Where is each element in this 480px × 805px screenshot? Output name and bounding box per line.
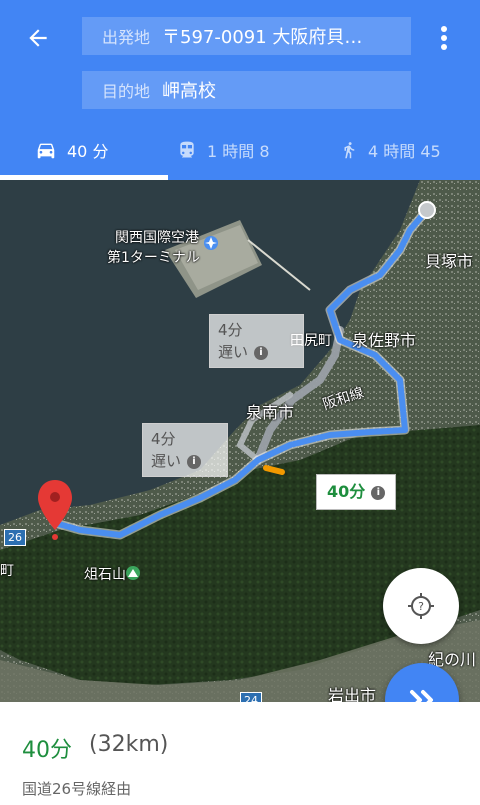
back-button[interactable]: [18, 18, 58, 58]
tab-walk-label: 4 時間 45: [368, 142, 441, 161]
walk-icon: [340, 139, 358, 161]
my-location-icon: ?: [408, 593, 434, 619]
summary-via: 国道26号線経由: [22, 780, 132, 798]
alt-route-1-note: 遅い: [218, 343, 249, 361]
origin-value: 〒597-0091 大阪府貝…: [162, 27, 363, 48]
info-icon: i: [371, 485, 386, 500]
my-location-button[interactable]: ?: [383, 568, 459, 644]
route-shield-26: 26: [4, 529, 26, 546]
map-label-machi: 町: [0, 563, 14, 579]
map-label-sosekiyama: 俎石山: [84, 567, 126, 583]
car-icon: [35, 139, 57, 161]
origin-label: 出発地: [102, 28, 151, 47]
alt-route-1-time: 4分: [218, 321, 243, 339]
summary-distance: (32km): [89, 732, 169, 757]
route-shield-24: 24: [240, 692, 262, 702]
travel-mode-tabs: 40 分 1 時間 8 4 時間 45: [0, 120, 480, 180]
summary-time: 40分: [22, 738, 72, 763]
map-label-airport-line2: 第1ターミナル: [107, 250, 200, 266]
info-icon: i: [187, 454, 202, 469]
tab-drive[interactable]: 40 分: [35, 120, 108, 180]
alt-route-2-note: 遅い: [151, 452, 182, 470]
origin-field[interactable]: 出発地 〒597-0091 大阪府貝…: [82, 17, 411, 55]
more-vert-icon: [441, 26, 447, 50]
alt-route-callout-2[interactable]: 4分 遅い i: [142, 423, 228, 477]
main-route-time: 40分: [327, 482, 366, 501]
directions-header: 出発地 〒597-0091 大阪府貝… 目的地 岬高校 40 分 1 時間 8: [0, 0, 480, 180]
destination-label: 目的地: [102, 82, 151, 101]
map-label-airport-line1: 関西国際空港: [115, 230, 199, 246]
svg-text:?: ?: [418, 600, 424, 613]
map-label-kaizuka: 貝塚市: [425, 252, 474, 271]
more-options-button[interactable]: [428, 18, 460, 58]
destination-value: 岬高校: [162, 81, 217, 102]
tab-walk[interactable]: 4 時間 45: [340, 120, 441, 180]
alt-route-callout-1[interactable]: 4分 遅い i: [209, 314, 304, 368]
train-icon: [177, 139, 197, 161]
map-label-sennan: 泉南市: [246, 403, 295, 422]
destination-field[interactable]: 目的地 岬高校: [82, 71, 411, 109]
tab-transit-label: 1 時間 8: [207, 142, 270, 161]
map-label-iwade: 岩出市: [328, 686, 377, 702]
alt-route-2-time: 4分: [151, 430, 176, 448]
tab-drive-label: 40 分: [67, 142, 109, 161]
main-route-callout[interactable]: 40分 i: [316, 474, 397, 510]
info-icon: i: [254, 345, 269, 360]
route-summary-sheet[interactable]: 40分 (32km) 国道26号線経由: [0, 702, 480, 805]
tab-transit[interactable]: 1 時間 8: [177, 120, 270, 180]
arrow-back-icon: [29, 29, 47, 47]
map-label-izumisano: 泉佐野市: [352, 331, 417, 350]
